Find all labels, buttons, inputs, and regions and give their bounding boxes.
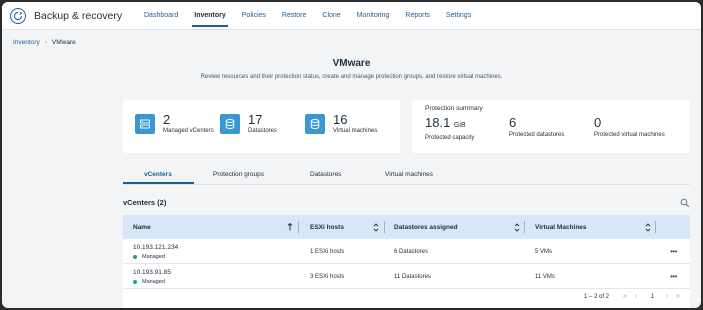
tab-protection-groups[interactable]: Protection groups <box>213 171 264 178</box>
brand[interactable]: Backup & recovery <box>10 7 136 24</box>
esxi-hosts-cell: 1 ESXi hosts <box>310 249 345 255</box>
nav-settings[interactable]: Settings <box>438 2 479 30</box>
tab-datastores[interactable]: Datastores <box>310 171 341 178</box>
protected-datastores: 6 Protected datastores <box>509 115 565 139</box>
search-icon[interactable] <box>680 195 690 208</box>
resource-summary-card: 2 Managed vCenters 17 Datastores 16 Virt… <box>123 100 400 153</box>
breadcrumb-current: VMware <box>51 39 76 46</box>
status-badge: Managed <box>133 254 165 260</box>
protected-datastores-value: 6 <box>509 115 517 130</box>
tab-vcenters[interactable]: vCenters <box>144 171 172 178</box>
status-label: Managed <box>142 279 165 285</box>
pagination-range: 1 – 2 of 2 <box>584 294 610 300</box>
vms-cell: 11 VMs <box>535 274 555 280</box>
column-resize-handle[interactable] <box>384 221 385 233</box>
row-actions-more-icon[interactable]: ••• <box>670 272 677 281</box>
breadcrumb: Inventory › VMware <box>13 39 76 46</box>
app-window: Backup & recovery Dashboard Inventory Po… <box>2 2 701 308</box>
page-title: VMware <box>332 58 371 69</box>
sort-ascending-icon[interactable] <box>287 215 293 239</box>
top-bar: Backup & recovery Dashboard Inventory Po… <box>2 2 701 30</box>
breadcrumb-chevron-icon: › <box>44 39 47 46</box>
row-actions-more-icon[interactable]: ••• <box>670 247 677 256</box>
table-row[interactable]: 10.193.121.234 Managed 1 ESXi hosts 6 Da… <box>123 239 690 264</box>
stat-vcenters-value: 2 <box>163 112 171 127</box>
first-page-icon[interactable]: « <box>623 293 627 300</box>
section-title: vCenters (2) <box>123 198 167 207</box>
app-title: Backup & recovery <box>34 9 123 22</box>
protected-vms-value: 0 <box>594 115 602 130</box>
last-page-icon[interactable]: » <box>676 293 680 300</box>
resource-tabs: vCenters Protection groups Datastores Vi… <box>123 171 690 185</box>
status-dot-icon <box>133 255 137 259</box>
protected-capacity: 18.1 GiB Protected capacity <box>425 115 475 142</box>
column-header-esxi-hosts[interactable]: ESXi hosts <box>310 215 344 239</box>
stat-datastores-label: Datastores <box>248 128 278 134</box>
pagination: 1 – 2 of 2 « ‹ 1 › » <box>123 291 690 306</box>
column-header-datastores-assigned[interactable]: Datastores assigned <box>394 215 458 239</box>
page-subtitle: Review resources and their protection st… <box>200 74 503 80</box>
nav-clone[interactable]: Clone <box>314 2 348 30</box>
stat-datastores-value: 17 <box>248 112 263 127</box>
nav-monitoring[interactable]: Monitoring <box>349 2 398 30</box>
server-icon <box>135 113 155 134</box>
previous-page-icon[interactable]: ‹ <box>635 293 637 300</box>
esxi-hosts-cell: 3 ESXi hosts <box>310 274 345 280</box>
sort-icon[interactable] <box>373 215 379 239</box>
protection-summary-title: Protection summary <box>425 105 483 112</box>
breadcrumb-inventory-link[interactable]: Inventory <box>13 39 40 46</box>
table-row[interactable]: 10.193.91.85 Managed 3 ESXi hosts 11 Dat… <box>123 264 690 289</box>
vcenter-name[interactable]: 10.193.91.85 <box>133 269 171 276</box>
main-nav: Dashboard Inventory Policies Restore Clo… <box>136 2 479 30</box>
vcenter-name[interactable]: 10.193.121.234 <box>133 244 178 251</box>
protected-capacity-unit: GiB <box>453 122 466 129</box>
status-badge: Managed <box>133 279 165 285</box>
column-resize-handle[interactable] <box>524 221 525 233</box>
database-icon <box>220 113 240 134</box>
column-resize-handle[interactable] <box>655 221 656 233</box>
nav-inventory[interactable]: Inventory <box>186 2 234 30</box>
nav-policies[interactable]: Policies <box>234 2 274 30</box>
current-page[interactable]: 1 <box>651 294 654 300</box>
sort-icon[interactable] <box>645 215 651 239</box>
protected-capacity-label: Protected capacity <box>425 135 475 141</box>
stat-vcenters-label: Managed vCenters <box>163 128 214 134</box>
tab-divider <box>123 184 690 185</box>
status-dot-icon <box>133 280 137 284</box>
protected-capacity-value: 18.1 <box>425 115 451 130</box>
nav-reports[interactable]: Reports <box>397 2 438 30</box>
database-icon <box>305 113 325 134</box>
column-resize-handle[interactable] <box>298 221 299 233</box>
active-tab-indicator <box>123 182 194 184</box>
datastores-cell: 11 Datastores <box>394 274 431 280</box>
column-header-virtual-machines[interactable]: Virtual Machines <box>535 215 587 239</box>
stat-virtual-machines[interactable]: 16 Virtual machines <box>305 113 377 134</box>
sort-icon[interactable] <box>514 215 520 239</box>
nav-restore[interactable]: Restore <box>274 2 315 30</box>
nav-dashboard[interactable]: Dashboard <box>136 2 186 30</box>
stat-vms-value: 16 <box>333 112 348 127</box>
table-header: Name ESXi hosts Datastores assigned Virt… <box>123 215 690 239</box>
datastores-cell: 6 Datastores <box>394 249 429 255</box>
stat-datastores[interactable]: 17 Datastores <box>220 113 277 134</box>
next-page-icon[interactable]: › <box>666 293 668 300</box>
status-label: Managed <box>142 254 165 260</box>
protected-vms-label: Protected virtual machines <box>594 132 665 138</box>
column-header-name[interactable]: Name <box>133 215 151 239</box>
protected-datastores-label: Protected datastores <box>509 132 565 138</box>
stat-vcenters[interactable]: 2 Managed vCenters <box>135 113 214 134</box>
stat-vms-label: Virtual machines <box>333 128 378 134</box>
protected-vms: 0 Protected virtual machines <box>594 115 665 139</box>
tab-virtual-machines[interactable]: Virtual machines <box>385 171 433 178</box>
protection-summary-card: Protection summary 18.1 GiB Protected ca… <box>412 100 690 153</box>
vms-cell: 5 VMs <box>535 249 553 255</box>
refresh-shield-icon <box>10 7 26 24</box>
